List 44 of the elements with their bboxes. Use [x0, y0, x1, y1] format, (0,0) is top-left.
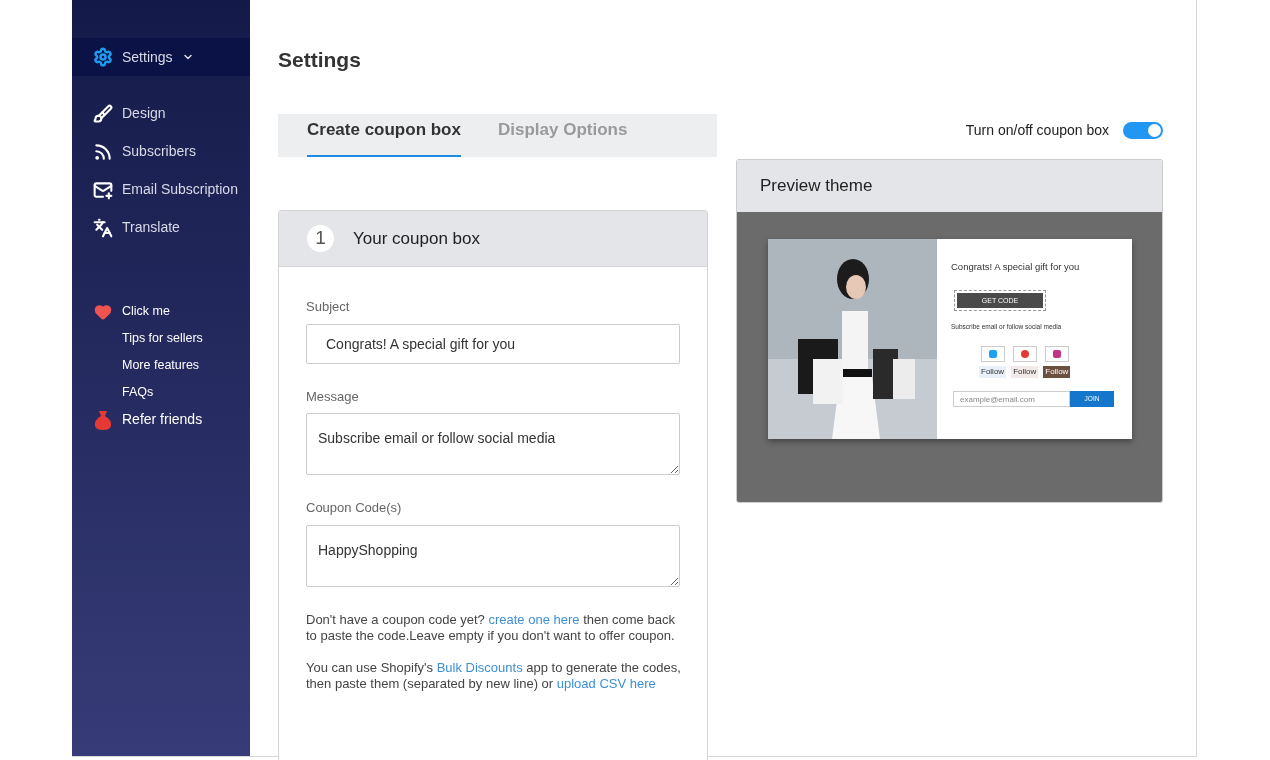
help-text: You can use Shopify's Bulk Discounts app to generate the codes, then paste them (separated by new line) or upload CSV here [306, 659, 682, 692]
mail-plus-icon [93, 179, 113, 200]
follow-button[interactable]: Follow [1043, 366, 1071, 378]
sidebar-item[interactable]: Design [72, 103, 250, 124]
settings-icon [93, 47, 113, 67]
rss-icon [93, 141, 113, 162]
toggle-label: Turn on/off coupon box [965, 120, 1109, 140]
social-icon [1044, 346, 1069, 362]
help-link[interactable]: create one here [488, 611, 580, 627]
step-number: 1 [307, 225, 334, 252]
text-area[interactable]: Subscribe email or follow social media [306, 413, 680, 475]
sidebar-link[interactable]: Click me [122, 302, 170, 321]
toggle-switch[interactable] [1123, 121, 1163, 139]
follow-button[interactable]: Follow [1011, 366, 1039, 378]
heart-icon [93, 302, 113, 321]
sidebar-item[interactable]: Email Subscription [72, 179, 250, 200]
popup-heading: Congrats! A special gift for you [951, 260, 1081, 274]
sidebar-item[interactable]: Translate [72, 217, 250, 238]
money-bag-icon [93, 408, 113, 431]
tab[interactable]: Create coupon box [307, 116, 461, 157]
sidebar-link[interactable]: More features [122, 356, 200, 375]
help-text: Don't have a coupon code yet? create one here then come back to paste the code.Leave empty if you don't want to offer coupon. [306, 611, 676, 644]
settings-menu[interactable]: Settings [72, 38, 250, 76]
page-title: Settings [278, 47, 361, 70]
follow-button[interactable]: Follow [979, 366, 1007, 378]
sidebar-link[interactable]: Refer friends [122, 409, 203, 430]
email-field[interactable]: example@email.com [953, 391, 1070, 407]
text-area[interactable]: HappyShopping [306, 524, 680, 587]
sidebar-link[interactable]: FAQs [122, 383, 154, 402]
social-icon [1012, 346, 1037, 362]
preview-title: Preview theme [760, 175, 873, 198]
field-label: Coupon Code(s) [306, 499, 403, 517]
field-label: Message [306, 387, 360, 406]
card-title: Your coupon box [353, 227, 480, 250]
translate-icon [93, 217, 113, 238]
help-link[interactable]: upload CSV here [556, 675, 656, 691]
help-link[interactable]: Bulk Discounts [436, 659, 523, 675]
social-icon [980, 346, 1005, 362]
settings-label: Settings [122, 47, 173, 67]
sidebar-link[interactable]: Tips for sellers [122, 329, 203, 348]
sidebar-item[interactable]: Subscribers [72, 141, 250, 162]
text-field[interactable]: Congrats! A special gift for you [306, 323, 680, 364]
brush-icon [93, 103, 113, 124]
field-label: Subject [306, 298, 351, 316]
